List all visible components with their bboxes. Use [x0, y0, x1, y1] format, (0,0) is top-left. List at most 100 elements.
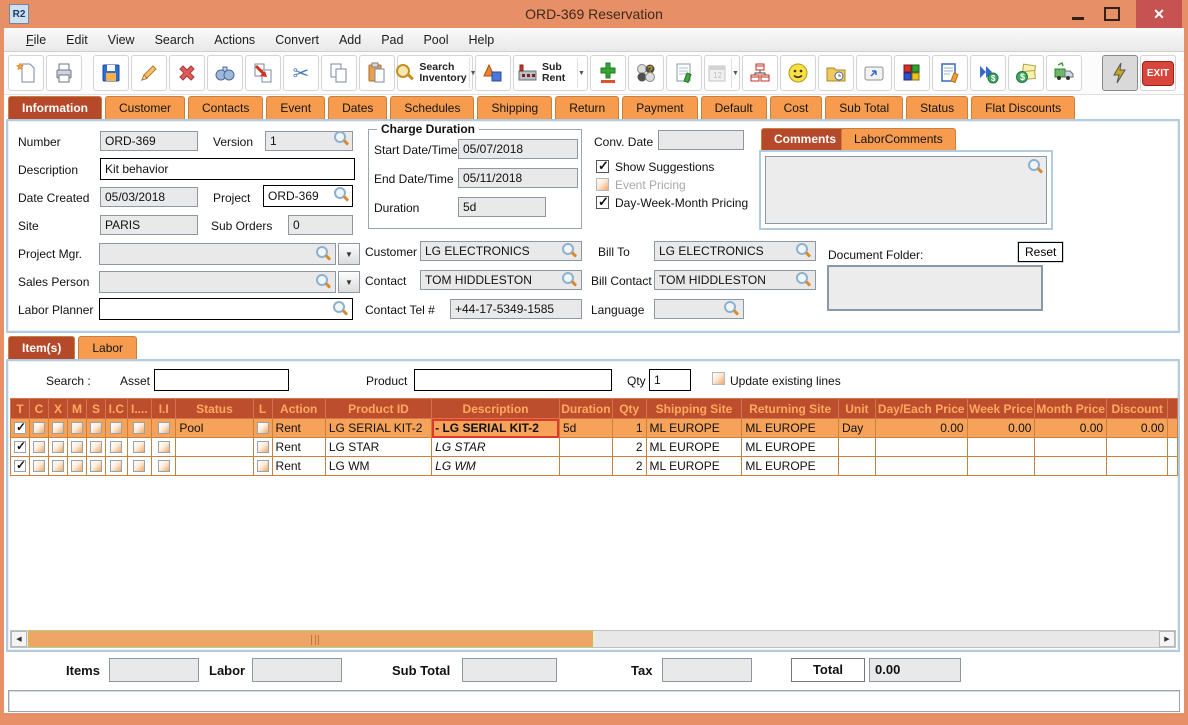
ii-checkbox[interactable]: [157, 441, 170, 453]
labor-planner-search-icon[interactable]: [333, 301, 348, 316]
tab-event[interactable]: Event: [266, 96, 326, 119]
maximize-button[interactable]: [1098, 0, 1126, 28]
col-status[interactable]: Status: [175, 398, 254, 419]
option-circles-button[interactable]: ?: [627, 55, 664, 91]
col-qty[interactable]: Qty: [611, 398, 647, 419]
calendar-dropdown[interactable]: [731, 58, 739, 88]
language-search-icon[interactable]: [724, 301, 739, 316]
week-price-cell[interactable]: [966, 437, 1036, 457]
paste-button[interactable]: [359, 55, 395, 91]
col-x[interactable]: X: [48, 398, 68, 419]
c-checkbox[interactable]: [33, 460, 45, 472]
duration-cell[interactable]: [558, 456, 613, 476]
status-cell[interactable]: Pool: [175, 418, 254, 438]
action-cell[interactable]: Rent: [271, 418, 326, 438]
comments-textarea[interactable]: [765, 156, 1047, 224]
labor-planner-field[interactable]: [99, 298, 353, 320]
close-button[interactable]: [1136, 0, 1182, 28]
t-checkbox-cell[interactable]: [10, 418, 30, 438]
scroll-right-arrow[interactable]: [1159, 631, 1175, 647]
notes-button[interactable]: [665, 55, 702, 91]
l-checkbox[interactable]: [256, 460, 269, 472]
menu-pool[interactable]: Pool: [413, 30, 458, 50]
tab-shipping[interactable]: Shipping: [477, 96, 553, 119]
c-checkbox[interactable]: [33, 441, 45, 453]
sub-rent-dropdown[interactable]: [576, 58, 585, 88]
t-checkbox[interactable]: [14, 420, 26, 434]
table-row[interactable]: Rent LG WM LG WM 2 ML EUROPE ML EUROPE: [10, 456, 1178, 476]
s-checkbox[interactable]: [90, 422, 102, 434]
dwm-pricing-checkbox[interactable]: [596, 194, 609, 210]
document-edit-button[interactable]: [932, 55, 968, 91]
cut-button[interactable]: [283, 55, 319, 91]
tab-contacts[interactable]: Contacts: [188, 96, 264, 119]
qty-cell[interactable]: 1: [611, 418, 647, 438]
menu-convert[interactable]: Convert: [265, 30, 329, 50]
delete-button[interactable]: [169, 55, 205, 91]
col-day-each-price[interactable]: Day/Each Price: [874, 398, 968, 419]
tab-schedules[interactable]: Schedules: [390, 96, 475, 119]
product-id-cell[interactable]: LG SERIAL KIT-2: [324, 418, 433, 438]
sales-person-search-icon[interactable]: [316, 274, 331, 289]
send-dollar-button[interactable]: $: [970, 55, 1006, 91]
tab-items[interactable]: Item(s): [8, 336, 76, 359]
menu-file[interactable]: File: [16, 30, 56, 50]
truck-button[interactable]: [1046, 55, 1082, 91]
copy-button[interactable]: [321, 55, 357, 91]
duration-cell[interactable]: 5d: [558, 418, 613, 438]
menu-edit[interactable]: Edit: [56, 30, 98, 50]
bill-contact-field[interactable]: TOM HIDDLESTON: [654, 270, 816, 290]
project-mgr-dropdown[interactable]: [338, 243, 360, 265]
col-s[interactable]: S: [86, 398, 106, 419]
col-ic[interactable]: I.C: [105, 398, 128, 419]
project-search-icon[interactable]: [334, 187, 349, 202]
action-cell[interactable]: Rent: [271, 456, 326, 476]
calendar-button[interactable]: 12: [703, 55, 740, 91]
bill-to-search-icon[interactable]: [796, 243, 811, 258]
col-m[interactable]: M: [67, 398, 87, 419]
add-remove-button[interactable]: [589, 55, 626, 91]
edit-button[interactable]: [131, 55, 167, 91]
ii-checkbox[interactable]: [157, 460, 170, 472]
m-checkbox[interactable]: [71, 441, 83, 453]
idots-checkbox[interactable]: [133, 441, 146, 453]
col-month-price[interactable]: Month Price: [1034, 398, 1108, 419]
l-checkbox[interactable]: [256, 422, 269, 434]
col-description[interactable]: Description: [431, 398, 560, 419]
tab-sub-total[interactable]: Sub Total: [825, 96, 904, 119]
tab-customer[interactable]: Customer: [105, 96, 186, 119]
col-t[interactable]: T: [10, 398, 30, 419]
bill-contact-search-icon[interactable]: [796, 272, 811, 287]
returning-site-cell[interactable]: ML EUROPE: [741, 456, 839, 476]
horizontal-scrollbar[interactable]: [10, 630, 1176, 648]
table-row[interactable]: Rent LG STAR LG STAR 2 ML EUROPE ML EURO…: [10, 437, 1178, 457]
c-checkbox[interactable]: [33, 422, 45, 434]
week-price-cell[interactable]: [966, 456, 1036, 476]
description-cell[interactable]: - LG SERIAL KIT-2: [431, 418, 560, 438]
document-folder-box[interactable]: [827, 265, 1043, 311]
ii-checkbox[interactable]: [157, 422, 170, 434]
org-chart-button[interactable]: [742, 55, 778, 91]
update-existing-lines-checkbox[interactable]: [712, 372, 725, 385]
tab-labor-comments[interactable]: LaborComments: [841, 128, 956, 150]
exit-button[interactable]: EXIT: [1140, 55, 1176, 91]
idots-checkbox[interactable]: [133, 460, 146, 472]
m-checkbox[interactable]: [71, 460, 83, 472]
tab-payment[interactable]: Payment: [622, 96, 698, 119]
customer-search-icon[interactable]: [562, 243, 577, 258]
print-button[interactable]: [46, 55, 82, 91]
col-duration[interactable]: Duration: [558, 398, 613, 419]
qty-cell[interactable]: 2: [611, 437, 647, 457]
smiley-button[interactable]: [780, 55, 816, 91]
day-each-price-cell[interactable]: [874, 456, 968, 476]
idots-checkbox[interactable]: [133, 422, 146, 434]
x-checkbox[interactable]: [52, 460, 64, 472]
version-search-icon[interactable]: [334, 131, 349, 146]
duration-cell[interactable]: [558, 437, 613, 457]
menu-view[interactable]: View: [98, 30, 145, 50]
contact-field[interactable]: TOM HIDDLESTON: [420, 270, 582, 290]
col-week-price[interactable]: Week Price: [966, 398, 1036, 419]
ic-checkbox[interactable]: [110, 460, 123, 472]
discount-cell[interactable]: [1106, 456, 1169, 476]
save-button[interactable]: [93, 55, 129, 91]
